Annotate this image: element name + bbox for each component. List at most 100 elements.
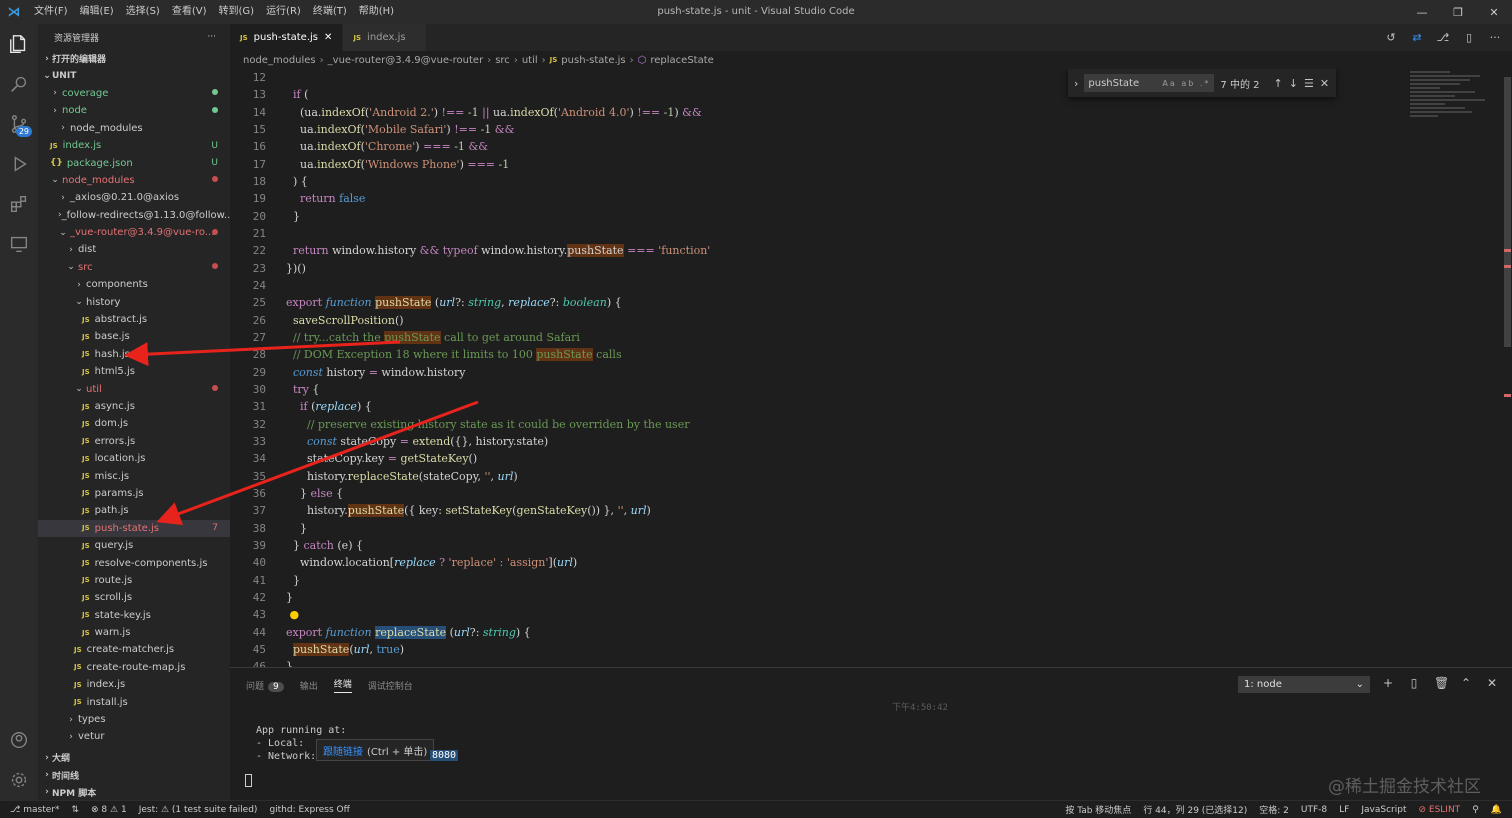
- compare-icon[interactable]: ⇄: [1410, 31, 1424, 45]
- language-status[interactable]: JavaScript: [1361, 805, 1406, 815]
- tree-file[interactable]: JS push-state.js 7: [38, 519, 230, 537]
- more-actions-icon[interactable]: ···: [207, 32, 216, 42]
- tree-folder[interactable]: › node: [38, 102, 230, 119]
- tab-focus-status[interactable]: 按 Tab 移动焦点: [1065, 803, 1131, 816]
- tab-debug-console[interactable]: 调试控制台: [368, 679, 413, 692]
- remote-explorer-icon[interactable]: [0, 224, 38, 264]
- extensions-icon[interactable]: [0, 184, 38, 224]
- more-actions-icon[interactable]: ···: [1488, 31, 1502, 45]
- tree-file[interactable]: JS index.js: [38, 676, 230, 693]
- tree-file[interactable]: JS dom.js: [38, 415, 230, 432]
- tab-push-state[interactable]: JS push-state.js ✕: [230, 24, 344, 51]
- tree-file[interactable]: JS state-key.js: [38, 607, 230, 624]
- tree-file[interactable]: JS create-route-map.js: [38, 659, 230, 676]
- breadcrumb-item[interactable]: _vue-router@3.4.9@vue-router: [328, 55, 484, 66]
- menu-help[interactable]: 帮助(H): [353, 0, 400, 24]
- tree-folder[interactable]: › coverage: [38, 85, 230, 102]
- terminal-port-link[interactable]: 8080: [430, 750, 459, 761]
- minimap[interactable]: [1410, 69, 1498, 149]
- tree-folder[interactable]: › _axios@0.21.0@axios: [38, 189, 230, 206]
- scrollbar-thumb[interactable]: [1504, 77, 1511, 347]
- git-compare-icon[interactable]: ⎇: [1436, 31, 1450, 45]
- tree-file[interactable]: JS install.js: [38, 693, 230, 710]
- tree-file[interactable]: JS misc.js: [38, 467, 230, 484]
- close-panel-icon[interactable]: ✕: [1486, 676, 1498, 690]
- notifications-icon[interactable]: 🔔: [1491, 805, 1502, 815]
- source-control-icon[interactable]: 29: [0, 104, 38, 144]
- githd-status[interactable]: githd: Express Off: [269, 805, 349, 815]
- close-tab-icon[interactable]: ✕: [324, 32, 332, 43]
- branch-status[interactable]: ⎇ master*: [10, 805, 59, 815]
- tree-file[interactable]: JS errors.js: [38, 433, 230, 450]
- terminal-select[interactable]: 1: node ⌄: [1238, 676, 1370, 693]
- tree-folder[interactable]: › _follow-redirects@1.13.0@follow...: [38, 207, 230, 224]
- editor-scrollbar[interactable]: [1502, 69, 1512, 667]
- tree-file[interactable]: JS resolve-components.js: [38, 554, 230, 571]
- toggle-replace-icon[interactable]: ›: [1074, 77, 1078, 90]
- tab-output[interactable]: 输出: [300, 679, 318, 692]
- search-icon[interactable]: [0, 64, 38, 104]
- close-find-icon[interactable]: ✕: [1320, 77, 1329, 90]
- tree-file[interactable]: JS params.js: [38, 485, 230, 502]
- sync-icon[interactable]: ⇅: [71, 805, 79, 815]
- tree-file[interactable]: JS warn.js: [38, 624, 230, 641]
- menu-file[interactable]: 文件(F): [28, 0, 74, 24]
- menu-selection[interactable]: 选择(S): [120, 0, 166, 24]
- tree-file[interactable]: JS query.js: [38, 537, 230, 554]
- tree-file[interactable]: {} package.json U: [38, 154, 230, 171]
- tree-file[interactable]: JS route.js: [38, 572, 230, 589]
- tree-folder[interactable]: › node_modules: [38, 120, 230, 137]
- problems-status[interactable]: ⊗ 8 ⚠ 1: [91, 805, 127, 815]
- tree-folder[interactable]: ⌄ node_modules: [38, 172, 230, 189]
- minimize-icon[interactable]: —: [1404, 0, 1440, 24]
- tree-file[interactable]: JS html5.js: [38, 363, 230, 380]
- follow-link[interactable]: 跟随链接: [323, 743, 363, 758]
- lightbulb-icon[interactable]: ●: [290, 608, 300, 621]
- breadcrumb-item[interactable]: util: [522, 55, 538, 66]
- breadcrumb-item[interactable]: node_modules: [243, 55, 316, 66]
- tree-folder[interactable]: › components: [38, 276, 230, 293]
- accounts-icon[interactable]: [0, 720, 38, 760]
- encoding-status[interactable]: UTF-8: [1301, 805, 1327, 815]
- split-editor-icon[interactable]: ▯: [1462, 31, 1476, 45]
- tree-file[interactable]: JS path.js: [38, 502, 230, 519]
- tree-folder[interactable]: ⌄ src: [38, 259, 230, 276]
- find-options-icon[interactable]: Aa ab .*: [1162, 79, 1210, 88]
- explorer-icon[interactable]: [0, 24, 38, 64]
- breadcrumb-item[interactable]: replaceState: [650, 55, 713, 66]
- restore-icon[interactable]: ❐: [1440, 0, 1476, 24]
- run-debug-icon[interactable]: [0, 144, 38, 184]
- tab-index[interactable]: JS index.js: [343, 24, 428, 51]
- tree-folder[interactable]: ⌄ _vue-router@3.4.9@vue-ro...: [38, 224, 230, 241]
- arrow-up-icon[interactable]: ↑: [1274, 77, 1283, 90]
- code-content[interactable]: if ( (ua.indexOf('Android 2.') !== -1 ||…: [286, 69, 1406, 667]
- tree-file[interactable]: JS index.js U: [38, 137, 230, 154]
- add-terminal-icon[interactable]: +: [1382, 676, 1394, 690]
- tree-file[interactable]: JS scroll.js: [38, 589, 230, 606]
- eol-status[interactable]: LF: [1339, 805, 1349, 815]
- menu-view[interactable]: 查看(V): [166, 0, 213, 24]
- jest-status[interactable]: Jest: ⚠ (1 test suite failed): [139, 805, 258, 815]
- tree-file[interactable]: JS base.js: [38, 328, 230, 345]
- menu-run[interactable]: 运行(R): [260, 0, 307, 24]
- eslint-status[interactable]: ⊘ ESLINT: [1418, 805, 1460, 815]
- outline-section[interactable]: › 大纲: [38, 749, 230, 766]
- indentation-status[interactable]: 空格: 2: [1259, 803, 1289, 816]
- open-editors-section[interactable]: › 打开的编辑器: [38, 50, 230, 67]
- menu-terminal[interactable]: 终端(T): [307, 0, 353, 24]
- history-icon[interactable]: ↺: [1384, 31, 1398, 45]
- tree-file[interactable]: JS create-matcher.js: [38, 641, 230, 658]
- tree-file[interactable]: JS async.js: [38, 398, 230, 415]
- tree-folder[interactable]: ⌄ history: [38, 293, 230, 310]
- find-input[interactable]: pushState Aa ab .*: [1084, 74, 1215, 92]
- close-window-icon[interactable]: ✕: [1476, 0, 1512, 24]
- breadcrumb-item[interactable]: push-state.js: [561, 55, 625, 66]
- trash-icon[interactable]: 🗑: [1434, 676, 1449, 690]
- menu-edit[interactable]: 编辑(E): [74, 0, 120, 24]
- timeline-section[interactable]: › 时间线: [38, 766, 230, 783]
- tree-folder[interactable]: › vetur: [38, 728, 230, 745]
- tree-file[interactable]: JS hash.js: [38, 346, 230, 363]
- tree-file[interactable]: JS location.js: [38, 450, 230, 467]
- tree-folder[interactable]: ⌄ util: [38, 380, 230, 397]
- find-in-selection-icon[interactable]: ☰: [1304, 77, 1314, 90]
